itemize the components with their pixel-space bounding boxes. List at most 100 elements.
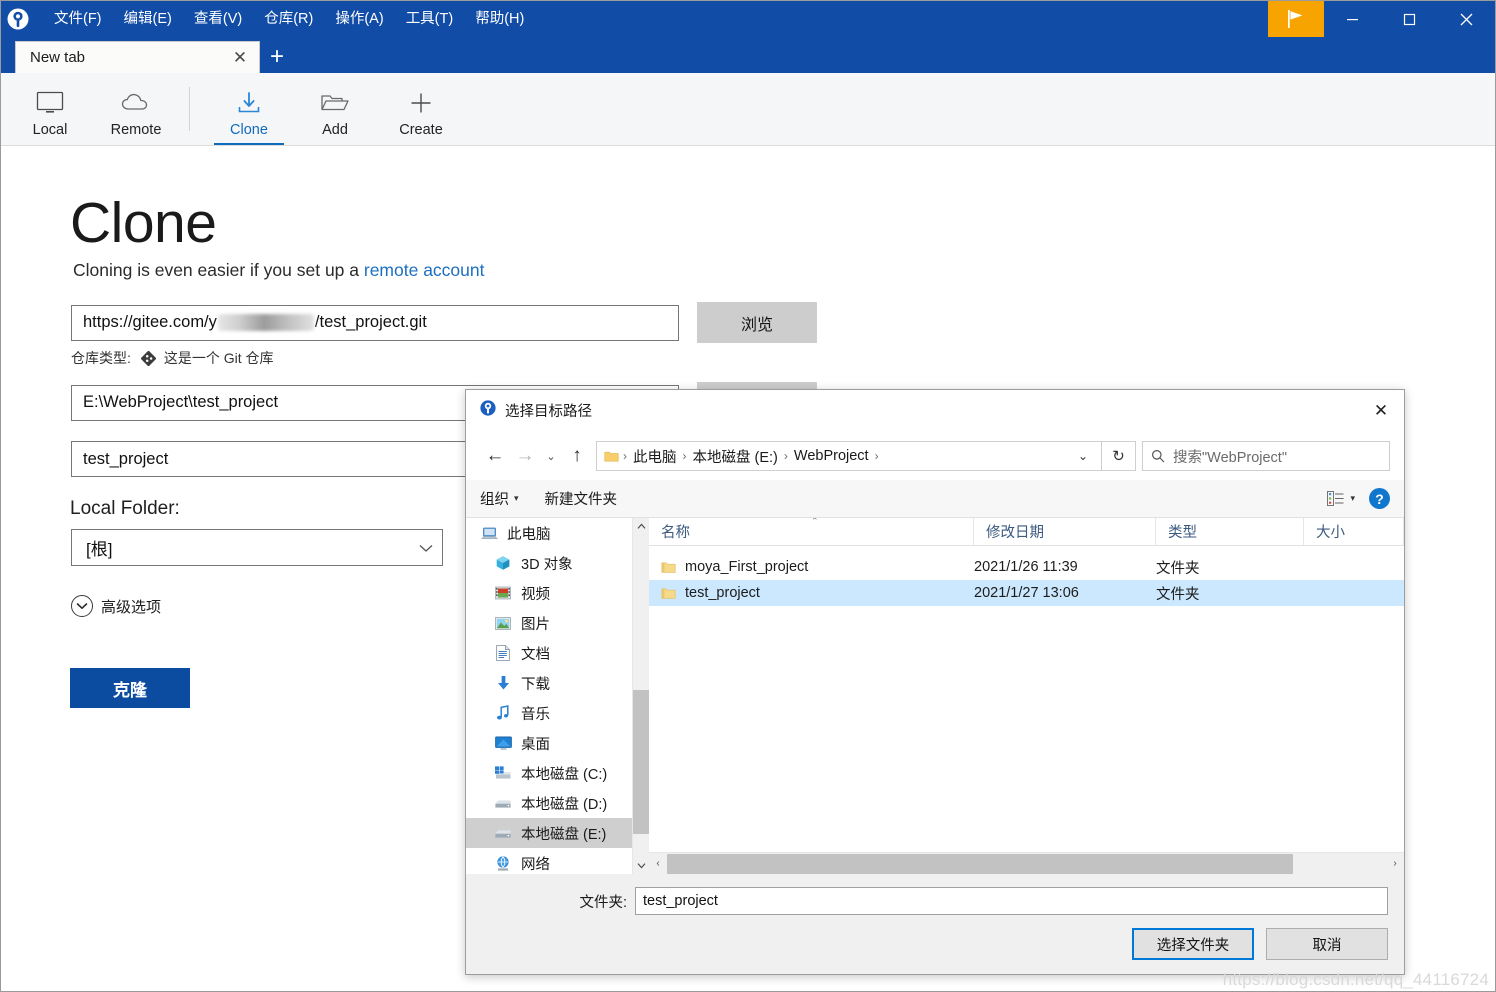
menu-item-repository[interactable]: 仓库(R) xyxy=(253,7,324,32)
breadcrumb-this-pc[interactable]: 此电脑 xyxy=(629,446,681,467)
tab-close-icon[interactable]: ✕ xyxy=(229,47,251,69)
close-button[interactable] xyxy=(1438,1,1495,37)
dialog-close-icon[interactable]: ✕ xyxy=(1358,390,1404,432)
menu-item-tools[interactable]: 工具(T) xyxy=(395,7,465,32)
file-name-cell: moya_First_project xyxy=(649,559,974,575)
recent-locations-icon[interactable]: ⌄ xyxy=(540,441,562,471)
menu-item-view[interactable]: 查看(V) xyxy=(183,7,253,32)
scroll-track[interactable] xyxy=(667,853,1386,875)
address-dropdown-icon[interactable]: ⌄ xyxy=(1071,449,1095,463)
toolbar-button-remote[interactable]: Remote xyxy=(93,73,179,145)
dialog-toolbar-right: ▾ ? xyxy=(1327,488,1390,509)
column-header-date[interactable]: 修改日期 xyxy=(974,518,1156,545)
repository-url-suffix: /test_project.git xyxy=(314,313,427,331)
organize-label: 组织 xyxy=(480,492,509,508)
column-header-size[interactable]: 大小 xyxy=(1304,518,1404,545)
scroll-left-icon[interactable]: ‹ xyxy=(649,858,667,869)
remote-account-link[interactable]: remote account xyxy=(364,260,485,280)
tree-vertical-scrollbar[interactable] xyxy=(632,518,649,874)
column-header-type[interactable]: 类型 xyxy=(1156,518,1304,545)
pictures-icon xyxy=(492,616,514,630)
local-folder-select[interactable]: [根] xyxy=(71,529,443,566)
refresh-icon[interactable]: ↻ xyxy=(1102,441,1136,471)
file-type: 文件夹 xyxy=(1156,560,1200,577)
tree-item-videos[interactable]: 视频 xyxy=(466,578,632,608)
maximize-button[interactable] xyxy=(1381,1,1438,37)
file-list-horizontal-scrollbar[interactable]: ‹ › xyxy=(649,852,1404,874)
repository-url-input[interactable]: https://gitee.com/y/test_project.git xyxy=(71,304,679,341)
breadcrumb-webproject[interactable]: WebProject xyxy=(790,448,873,464)
select-folder-button[interactable]: 选择文件夹 xyxy=(1132,928,1254,960)
local-folder-label: Local Folder: xyxy=(70,498,180,519)
menu-item-file[interactable]: 文件(F) xyxy=(43,7,113,32)
breadcrumb-separator: › xyxy=(874,449,879,463)
back-icon[interactable]: ← xyxy=(480,441,510,471)
tree-item-pictures[interactable]: 图片 xyxy=(466,608,632,638)
toolbar-button-create[interactable]: Create xyxy=(378,73,464,145)
scroll-right-icon[interactable]: › xyxy=(1386,858,1404,869)
tree-item-drive-e[interactable]: 本地磁盘 (E:) xyxy=(466,818,633,848)
organize-button[interactable]: 组织 ▾ xyxy=(480,488,519,509)
tree-item-desktop[interactable]: 桌面 xyxy=(466,728,632,758)
flag-button[interactable] xyxy=(1268,1,1324,37)
table-row[interactable]: moya_First_project 2021/1/26 11:39 文件夹 xyxy=(649,554,1404,580)
file-name-cell: test_project xyxy=(649,585,974,601)
scroll-down-icon[interactable] xyxy=(633,857,649,874)
minimize-button[interactable] xyxy=(1324,1,1381,37)
application-window: 文件(F) 编辑(E) 查看(V) 仓库(R) 操作(A) 工具(T) 帮助(H… xyxy=(0,0,1496,992)
dialog-buttons: 选择文件夹 取消 xyxy=(482,928,1388,974)
folder-name-input[interactable]: test_project xyxy=(635,887,1388,915)
toolbar-label-clone: Clone xyxy=(230,122,268,138)
advanced-options-toggle[interactable]: 高级选项 xyxy=(71,595,161,617)
tree-label: 图片 xyxy=(521,616,550,633)
browse-url-button[interactable]: 浏览 xyxy=(697,302,817,343)
search-icon xyxy=(1151,449,1165,463)
tree-item-documents[interactable]: 文档 xyxy=(466,638,632,668)
new-tab-button[interactable]: + xyxy=(260,41,294,73)
toolbar-button-local[interactable]: Local xyxy=(7,73,93,145)
scroll-thumb[interactable] xyxy=(633,689,649,835)
cloud-icon xyxy=(120,86,152,120)
menu-item-edit[interactable]: 编辑(E) xyxy=(113,7,183,32)
forward-icon: → xyxy=(515,445,535,466)
folder-name-row: 文件夹: test_project xyxy=(482,874,1388,928)
tree-item-this-pc[interactable]: 此电脑 xyxy=(466,518,632,548)
repository-type-row: 仓库类型: 这是一个 Git 仓库 xyxy=(71,348,274,368)
help-icon[interactable]: ? xyxy=(1369,488,1390,509)
tree-item-downloads[interactable]: 下载 xyxy=(466,668,632,698)
menu-item-help[interactable]: 帮助(H) xyxy=(464,7,535,32)
toolbar-button-clone[interactable]: Clone xyxy=(206,73,292,145)
scroll-thumb[interactable] xyxy=(667,853,1293,874)
select-destination-dialog: 选择目标路径 ✕ ← → ⌄ ↑ › 此电脑 › 本地磁盘 (E:) › Web… xyxy=(465,389,1405,975)
page-title: Clone xyxy=(70,191,217,255)
view-options-icon[interactable]: ▾ xyxy=(1327,491,1355,506)
3d-object-icon xyxy=(492,555,514,571)
cancel-button[interactable]: 取消 xyxy=(1266,928,1388,960)
tree-label: 3D 对象 xyxy=(521,556,573,573)
new-folder-button[interactable]: 新建文件夹 xyxy=(545,488,618,509)
toolbar-button-add[interactable]: Add xyxy=(292,73,378,145)
folder-icon xyxy=(661,561,676,574)
tree-item-drive-d[interactable]: 本地磁盘 (D:) xyxy=(466,788,632,818)
tree-label: 此电脑 xyxy=(507,526,551,543)
tab-new-tab[interactable]: New tab ✕ xyxy=(15,41,260,73)
caret-down-icon: ▾ xyxy=(514,493,519,503)
title-bar: 文件(F) 编辑(E) 查看(V) 仓库(R) 操作(A) 工具(T) 帮助(H… xyxy=(1,1,1495,37)
tree-item-music[interactable]: 音乐 xyxy=(466,698,632,728)
column-header-name[interactable]: ⌃ 名称 xyxy=(649,518,974,545)
address-bar[interactable]: › 此电脑 › 本地磁盘 (E:) › WebProject › ⌄ xyxy=(596,441,1102,471)
tree-item-drive-c[interactable]: 本地磁盘 (C:) xyxy=(466,758,632,788)
tree-item-network[interactable]: 网络 xyxy=(466,848,632,874)
up-icon[interactable]: ↑ xyxy=(562,441,592,471)
clone-submit-button[interactable]: 克隆 xyxy=(70,668,190,708)
breadcrumb-drive-e[interactable]: 本地磁盘 (E:) xyxy=(689,446,782,467)
scroll-track[interactable] xyxy=(633,535,649,857)
menu-item-actions[interactable]: 操作(A) xyxy=(324,7,394,32)
scroll-up-icon[interactable] xyxy=(633,518,649,535)
toolbar-divider xyxy=(189,87,190,131)
tree-item-3d-objects[interactable]: 3D 对象 xyxy=(466,548,632,578)
table-row[interactable]: test_project 2021/1/27 13:06 文件夹 xyxy=(649,580,1404,606)
dialog-title-bar: 选择目标路径 ✕ xyxy=(466,390,1404,432)
dialog-search-input[interactable]: 搜索"WebProject" xyxy=(1142,441,1390,471)
file-list-pane: ⌃ 名称 修改日期 类型 大小 moya_First_project 2021/… xyxy=(649,518,1404,874)
